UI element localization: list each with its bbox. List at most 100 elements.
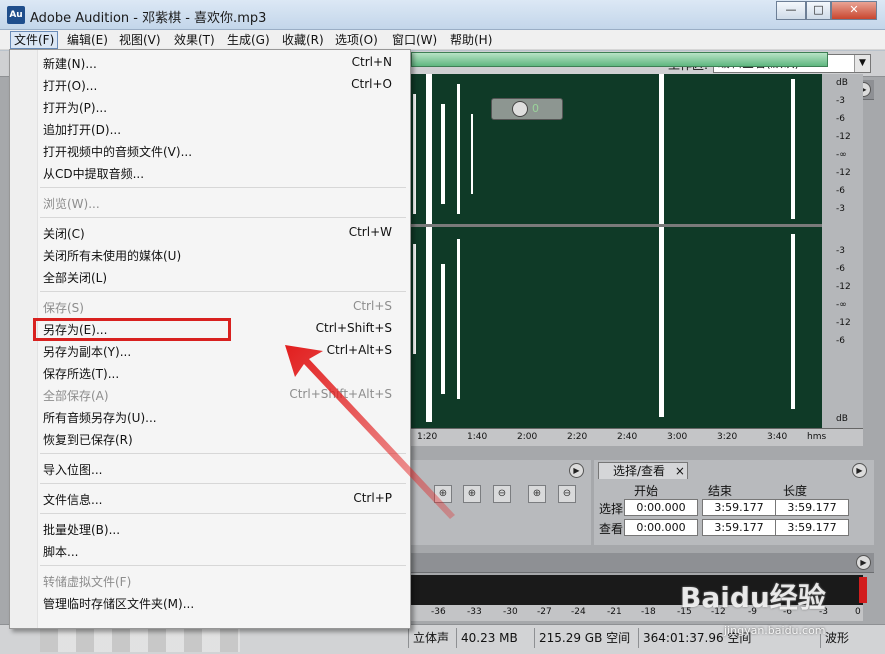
meter-tick: -18 [641, 607, 656, 617]
menu-item-label: 全部保存(A) [43, 389, 109, 403]
panel-menu-icon[interactable]: ▶ [569, 463, 584, 478]
menu-item-shortcut: Ctrl+N [351, 55, 392, 69]
db-tick: -∞ [836, 300, 847, 310]
menu-separator [40, 291, 406, 292]
menu-item-label: 文件信息... [43, 493, 103, 507]
menu-separator [40, 187, 406, 188]
waveform-peak [471, 114, 473, 194]
chevron-down-icon[interactable]: ▼ [854, 55, 870, 72]
menu-item-open-as[interactable]: 打开为(P)... [10, 96, 410, 118]
zoom-in-vertical-icon[interactable]: ⊕ [528, 485, 546, 503]
menu-generate[interactable]: 生成(G) [224, 31, 273, 49]
menu-item-label: 打开视频中的音频文件(V)... [43, 145, 193, 159]
waveform-display[interactable]: 0 [411, 74, 822, 428]
timeline-tick: 3:40 [767, 432, 788, 442]
timeline-tick: 2:20 [567, 432, 588, 442]
menu-view[interactable]: 视图(V) [116, 31, 164, 49]
menu-item-label: 打开(O)... [43, 79, 98, 93]
status-channels: 立体声 [408, 628, 456, 648]
volume-control[interactable]: 0 [491, 98, 563, 120]
meter-tick: -30 [503, 607, 518, 617]
db-tick: -12 [836, 282, 851, 292]
status-view-mode: 波形 [820, 628, 880, 648]
db-tick: dB [836, 78, 848, 88]
menu-item-close[interactable]: 关闭(C) Ctrl+W [10, 222, 410, 244]
menu-separator [40, 565, 406, 566]
menu-item-shortcut: Ctrl+Shift+S [315, 321, 392, 335]
selection-length-field[interactable]: 3:59.177 [775, 499, 849, 516]
timeline-tick: 1:40 [467, 432, 488, 442]
menu-item-open[interactable]: 打开(O)... Ctrl+O [10, 74, 410, 96]
menu-item-browse[interactable]: 浏览(W)... [10, 192, 410, 214]
clip-indicator[interactable] [859, 577, 867, 603]
meter-tick: -21 [607, 607, 622, 617]
menu-item-label: 追加打开(D)... [43, 123, 122, 137]
zoom-selection-icon[interactable]: ⊕ [463, 485, 481, 503]
timeline-tick: hms [807, 432, 827, 442]
view-length-field[interactable]: 3:59.177 [775, 519, 849, 536]
column-header: 长度 [783, 484, 808, 498]
menu-item-temp-folders[interactable]: 管理临时存储区文件夹(M)... [10, 592, 410, 614]
close-button[interactable]: ✕ [831, 1, 877, 20]
meter-tick: -36 [431, 607, 446, 617]
db-tick: -12 [836, 132, 851, 142]
menu-item-save[interactable]: 保存(S) Ctrl+S [10, 296, 410, 318]
menu-item-append-open[interactable]: 追加打开(D)... [10, 118, 410, 140]
panel-menu-icon[interactable]: ▶ [856, 555, 871, 570]
menu-window[interactable]: 窗口(W) [389, 31, 440, 49]
menu-item-close-all[interactable]: 全部关闭(L) [10, 266, 410, 288]
timeline-ruler[interactable]: 1:20 1:40 2:00 2:20 2:40 3:00 3:20 3:40 … [411, 428, 863, 446]
menu-effects[interactable]: 效果(T) [171, 31, 218, 49]
menu-favorites[interactable]: 收藏(R) [279, 31, 327, 49]
column-header: 结束 [708, 484, 733, 498]
menu-item-label: 保存所选(T)... [43, 367, 120, 381]
menu-item-close-unused[interactable]: 关闭所有未使用的媒体(U) [10, 244, 410, 266]
minimize-button[interactable]: — [776, 1, 806, 20]
menu-item-flush-virtual[interactable]: 转储虚拟文件(F) [10, 570, 410, 592]
app-icon: Au [7, 6, 25, 24]
overview-bar[interactable] [411, 52, 828, 67]
db-tick: dB [836, 414, 848, 424]
column-header: 开始 [634, 484, 659, 498]
waveform-peak [413, 244, 416, 354]
close-icon[interactable]: × [675, 464, 685, 478]
volume-knob-icon[interactable] [512, 101, 528, 117]
menu-bar: 文件(F) 编辑(E) 视图(V) 效果(T) 生成(G) 收藏(R) 选项(O… [0, 30, 885, 50]
tab-label: 选择/查看 [613, 464, 666, 478]
timeline-tick: 3:00 [667, 432, 688, 442]
menu-item-extract-cd[interactable]: 从CD中提取音频... [10, 162, 410, 184]
waveform-peak [791, 79, 795, 219]
window-title: Adobe Audition - 邓紫棋 - 喜欢你.mp3 [30, 11, 267, 26]
menu-item-scripts[interactable]: 脚本... [10, 540, 410, 562]
timeline-tick: 3:20 [717, 432, 738, 442]
menu-item-label: 打开为(P)... [43, 101, 108, 115]
menu-item-open-video-audio[interactable]: 打开视频中的音频文件(V)... [10, 140, 410, 162]
selection-start-field[interactable]: 0:00.000 [624, 499, 698, 516]
zoom-out-vertical-icon[interactable]: ⊖ [558, 485, 576, 503]
waveform-peak [791, 234, 795, 409]
meter-tick: -27 [537, 607, 552, 617]
waveform-peak [441, 104, 445, 204]
zoom-out-icon[interactable]: ⊖ [493, 485, 511, 503]
db-tick: -∞ [836, 150, 847, 160]
level-meter-header: ▶ [411, 553, 874, 573]
view-end-field[interactable]: 3:59.177 [702, 519, 776, 536]
db-tick: -6 [836, 186, 845, 196]
menu-edit[interactable]: 编辑(E) [64, 31, 111, 49]
selection-end-field[interactable]: 3:59.177 [702, 499, 776, 516]
status-disk-space: 215.29 GB 空间 [534, 628, 638, 648]
menu-item-shortcut: Ctrl+O [351, 77, 392, 91]
menu-item-label: 批量处理(B)... [43, 523, 121, 537]
menu-item-label: 浏览(W)... [43, 197, 100, 211]
menu-item-new[interactable]: 新建(N)... Ctrl+N [10, 52, 410, 74]
view-start-field[interactable]: 0:00.000 [624, 519, 698, 536]
waveform-peak [413, 94, 416, 214]
menu-help[interactable]: 帮助(H) [447, 31, 495, 49]
menu-file[interactable]: 文件(F) [10, 31, 59, 49]
menu-separator [40, 217, 406, 218]
tab-selection-view[interactable]: 选择/查看 × [598, 462, 688, 479]
menu-options[interactable]: 选项(O) [332, 31, 381, 49]
db-tick: -12 [836, 318, 851, 328]
panel-menu-icon[interactable]: ▶ [852, 463, 867, 478]
maximize-button[interactable]: □ [806, 1, 831, 20]
